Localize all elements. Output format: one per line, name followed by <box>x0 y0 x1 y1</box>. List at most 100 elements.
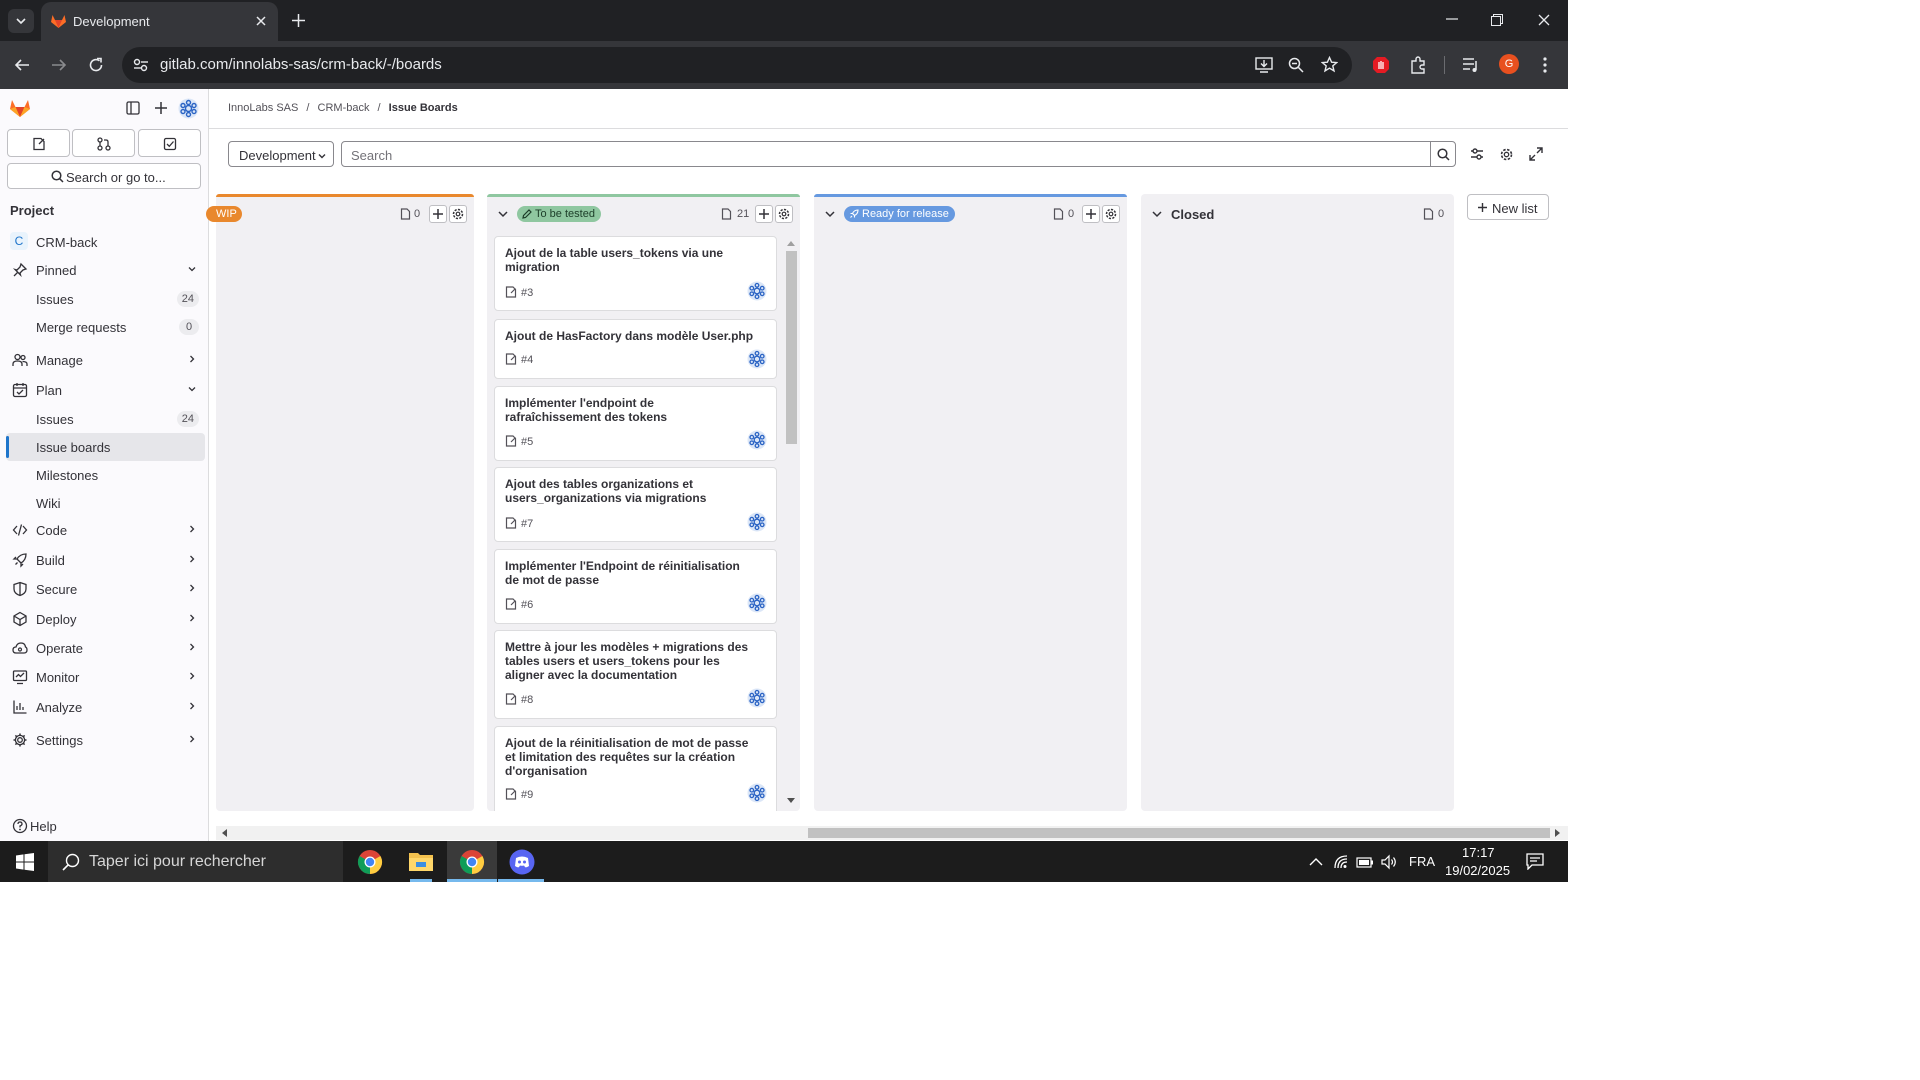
chevron-down-icon[interactable] <box>497 208 509 220</box>
assignee-avatar-icon[interactable] <box>747 281 767 301</box>
sidebar-item-deploy[interactable]: Deploy <box>6 605 205 633</box>
assignee-avatar-icon[interactable] <box>747 688 767 708</box>
sidebar-item-manage[interactable]: Manage <box>6 346 205 374</box>
todo-list-button[interactable] <box>138 129 201 157</box>
scrollbar-thumb[interactable] <box>786 251 797 444</box>
scroll-left-icon[interactable] <box>221 829 227 837</box>
install-app-icon[interactable] <box>1255 57 1273 73</box>
scrollbar-thumb[interactable] <box>808 828 1550 838</box>
extensions-icon[interactable] <box>1409 56 1427 74</box>
issue-card[interactable]: Ajout de la réinitialisation de mot de p… <box>494 726 777 811</box>
sidebar-item-issue-boards[interactable]: Issue boards <box>6 433 205 461</box>
horizontal-scrollbar[interactable] <box>216 826 1568 840</box>
sidebar-item-monitor[interactable]: Monitor <box>6 663 205 691</box>
clock-time[interactable]: 17:17 <box>1462 845 1495 860</box>
tray-chevron-up-icon[interactable] <box>1309 857 1323 866</box>
file-explorer-icon[interactable] <box>408 850 434 872</box>
zoom-icon[interactable] <box>1288 57 1304 73</box>
fullscreen-icon[interactable] <box>1529 147 1543 161</box>
keyboard-language[interactable]: FRA <box>1409 854 1435 869</box>
list-label-badge[interactable]: To be tested <box>517 206 601 222</box>
collapse-sidebar-icon[interactable] <box>126 101 140 115</box>
gitlab-logo-icon[interactable] <box>9 98 31 118</box>
search-submit-button[interactable] <box>1430 141 1456 167</box>
issue-title[interactable]: Ajout des tables organizations et users_… <box>505 477 745 505</box>
forward-icon[interactable] <box>51 57 67 73</box>
close-window-icon[interactable] <box>1538 14 1550 26</box>
windows-start-icon[interactable] <box>16 853 34 871</box>
issue-card[interactable]: Ajout de la table users_tokens via une m… <box>494 236 777 311</box>
issue-card[interactable]: Ajout de HasFactory dans modèle User.php… <box>494 319 777 379</box>
minimize-icon[interactable] <box>1446 18 1458 20</box>
sidebar-item-project[interactable]: C CRM-back <box>6 228 205 256</box>
restore-icon[interactable] <box>1491 14 1503 26</box>
issue-title[interactable]: Implémenter l'endpoint de rafraîchisseme… <box>505 396 745 424</box>
chevron-down-icon[interactable] <box>824 208 836 220</box>
scroll-up-icon[interactable] <box>787 240 795 246</box>
site-settings-icon[interactable] <box>133 58 149 72</box>
assignee-avatar-icon[interactable] <box>747 430 767 450</box>
issue-card[interactable]: Implémenter l'Endpoint de réinitialisati… <box>494 549 777 624</box>
sidebar-item-pinned[interactable]: Pinned <box>6 256 205 284</box>
sidebar-item-pinned-merge-requests[interactable]: Merge requests 0 <box>6 313 205 341</box>
sidebar-item-analyze[interactable]: Analyze <box>6 693 205 721</box>
chevron-down-icon[interactable] <box>1151 208 1163 220</box>
battery-icon[interactable] <box>1356 855 1374 869</box>
extension-adblock-icon[interactable] <box>1372 56 1390 74</box>
issue-title[interactable]: Ajout de la table users_tokens via une m… <box>505 246 745 274</box>
assignee-avatar-icon[interactable] <box>747 593 767 613</box>
chrome-app-icon[interactable] <box>357 849 383 875</box>
new-tab-icon[interactable] <box>291 13 306 28</box>
list-label-badge[interactable]: WIP <box>206 206 242 222</box>
search-or-go-to-button[interactable]: Search or go to... <box>7 163 201 189</box>
media-controls-icon[interactable] <box>1462 57 1480 73</box>
close-tab-icon[interactable] <box>255 15 267 27</box>
profile-avatar[interactable]: G <box>1499 54 1519 74</box>
sidebar-item-settings[interactable]: Settings <box>6 726 205 754</box>
volume-icon[interactable] <box>1381 854 1397 870</box>
notifications-icon[interactable] <box>1526 853 1544 870</box>
board-switcher-dropdown[interactable]: Development <box>228 141 334 167</box>
issue-card[interactable]: Mettre à jour les modèles + migrations d… <box>494 630 777 719</box>
issue-title[interactable]: Implémenter l'Endpoint de réinitialisati… <box>505 559 745 587</box>
sidebar-item-plan-issues[interactable]: Issues 24 <box>6 405 205 433</box>
sidebar-item-milestones[interactable]: Milestones <box>6 461 205 489</box>
add-issue-button[interactable] <box>1082 205 1100 223</box>
clock-date[interactable]: 19/02/2025 <box>1445 863 1510 878</box>
taskbar-search-box[interactable]: Taper ici pour rechercher <box>48 841 343 882</box>
sidebar-item-pinned-issues[interactable]: Issues 24 <box>6 285 205 313</box>
list-settings-button[interactable] <box>449 205 467 223</box>
bookmark-star-icon[interactable] <box>1321 56 1338 73</box>
sidebar-item-secure[interactable]: Secure <box>6 575 205 603</box>
board-settings-icon[interactable] <box>1499 147 1514 162</box>
wifi-icon[interactable] <box>1333 854 1349 870</box>
search-input[interactable]: Search <box>341 141 1431 167</box>
reload-icon[interactable] <box>88 57 104 73</box>
add-issue-button[interactable] <box>429 205 447 223</box>
scroll-right-icon[interactable] <box>1555 829 1561 837</box>
sidebar-item-operate[interactable]: Operate <box>6 634 205 662</box>
url-bar[interactable]: gitlab.com/innolabs-sas/crm-back/-/board… <box>122 47 1352 83</box>
list-scrollbar[interactable] <box>785 238 797 806</box>
sidebar-item-build[interactable]: Build <box>6 546 205 574</box>
new-list-button[interactable]: New list <box>1467 194 1549 220</box>
tab-search-button[interactable] <box>8 9 34 33</box>
breadcrumb-group[interactable]: InnoLabs SAS <box>228 102 298 114</box>
assignee-avatar-icon[interactable] <box>747 783 767 803</box>
issue-title[interactable]: Ajout de la réinitialisation de mot de p… <box>505 736 750 778</box>
sidebar-item-wiki[interactable]: Wiki <box>6 489 205 517</box>
browser-tab[interactable]: Development <box>41 2 278 41</box>
breadcrumb-current[interactable]: Issue Boards <box>389 102 458 114</box>
issue-title[interactable]: Mettre à jour les modèles + migrations d… <box>505 640 750 682</box>
scroll-down-icon[interactable] <box>787 798 795 804</box>
discord-app-icon[interactable] <box>509 849 535 875</box>
issue-card[interactable]: Implémenter l'endpoint de rafraîchisseme… <box>494 386 777 461</box>
issue-card[interactable]: Ajout des tables organizations et users_… <box>494 467 777 542</box>
add-issue-button[interactable] <box>755 205 773 223</box>
assigned-issues-button[interactable] <box>7 129 70 157</box>
create-new-icon[interactable] <box>154 101 168 115</box>
user-avatar-icon[interactable] <box>178 98 199 119</box>
assignee-avatar-icon[interactable] <box>747 512 767 532</box>
sidebar-item-code[interactable]: Code <box>6 516 205 544</box>
breadcrumb-project[interactable]: CRM-back <box>318 102 370 114</box>
